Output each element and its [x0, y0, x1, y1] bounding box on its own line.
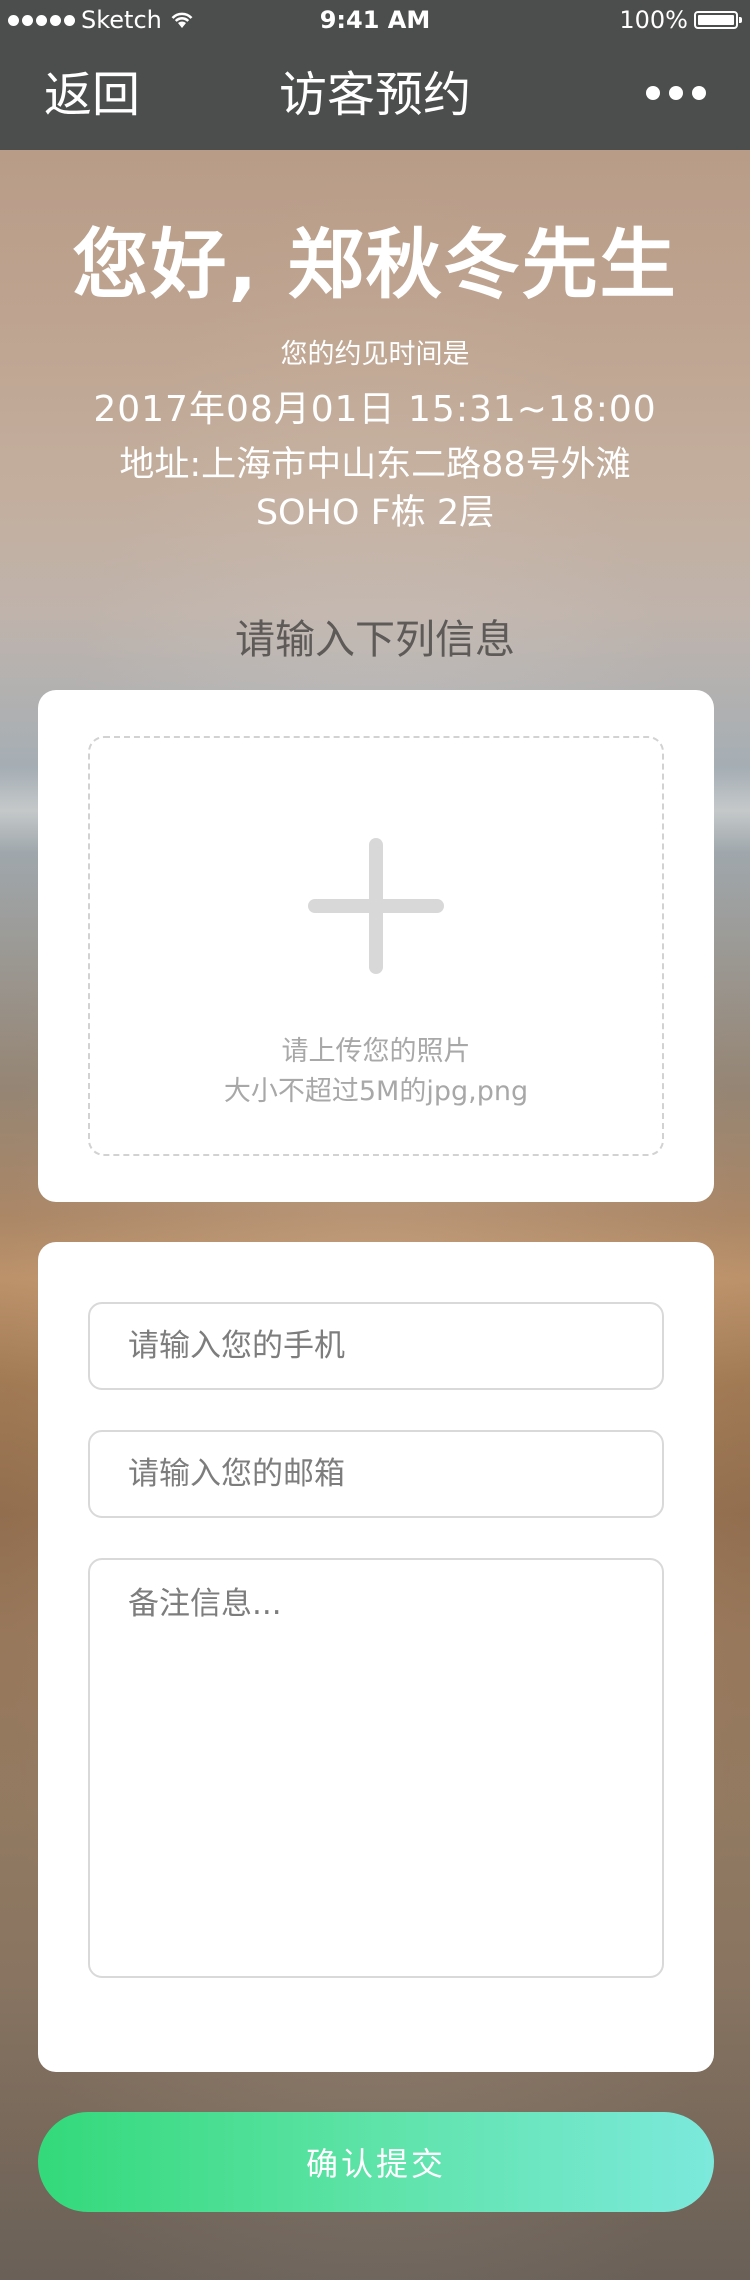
appointment-address-line1: 地址:上海市中山东二路88号外滩 — [119, 445, 631, 485]
greeting-headline: 您好, 郑秋冬先生 — [72, 220, 678, 309]
photo-upload-card: 请上传您的照片 大小不超过5M的jpg,png — [38, 690, 714, 1202]
email-input[interactable] — [88, 1430, 664, 1518]
photo-upload-zone[interactable]: 请上传您的照片 大小不超过5M的jpg,png — [88, 736, 664, 1156]
appointment-address-line2: SOHO F栋 2层 — [255, 493, 495, 533]
plus-icon — [308, 838, 444, 974]
battery-icon — [694, 11, 742, 29]
page-title: 访客预约 — [0, 70, 750, 120]
top-bar: Sketch 9:41 AM 100% 返回 访客预约 — [0, 0, 750, 150]
navigation-bar: 返回 访客预约 — [0, 40, 750, 150]
submit-button[interactable]: 确认提交 — [38, 2112, 714, 2212]
status-right: 100% — [619, 0, 742, 40]
upload-hint-line1: 请上传您的照片 — [281, 1036, 471, 1067]
form-title: 请输入下列信息 — [235, 617, 515, 663]
appointment-time: 2017年08月01日 15:31~18:00 — [93, 389, 657, 430]
more-horizontal-icon[interactable] — [646, 86, 706, 100]
status-bar: Sketch 9:41 AM 100% — [0, 0, 750, 40]
greeting-section: 您好, 郑秋冬先生 您的约见时间是 2017年08月01日 15:31~18:0… — [0, 215, 750, 537]
battery-percent: 100% — [619, 6, 688, 34]
page-title-text: 访客预约 — [278, 67, 471, 123]
info-form-card — [38, 1242, 714, 2072]
note-textarea[interactable] — [88, 1558, 664, 1978]
upload-hint: 请上传您的照片 大小不超过5M的jpg,png — [90, 1032, 662, 1112]
upload-hint-line2: 大小不超过5M的jpg,png — [223, 1076, 529, 1107]
phone-input[interactable] — [88, 1302, 664, 1390]
appointment-subtitle: 您的约见时间是 — [280, 339, 470, 370]
